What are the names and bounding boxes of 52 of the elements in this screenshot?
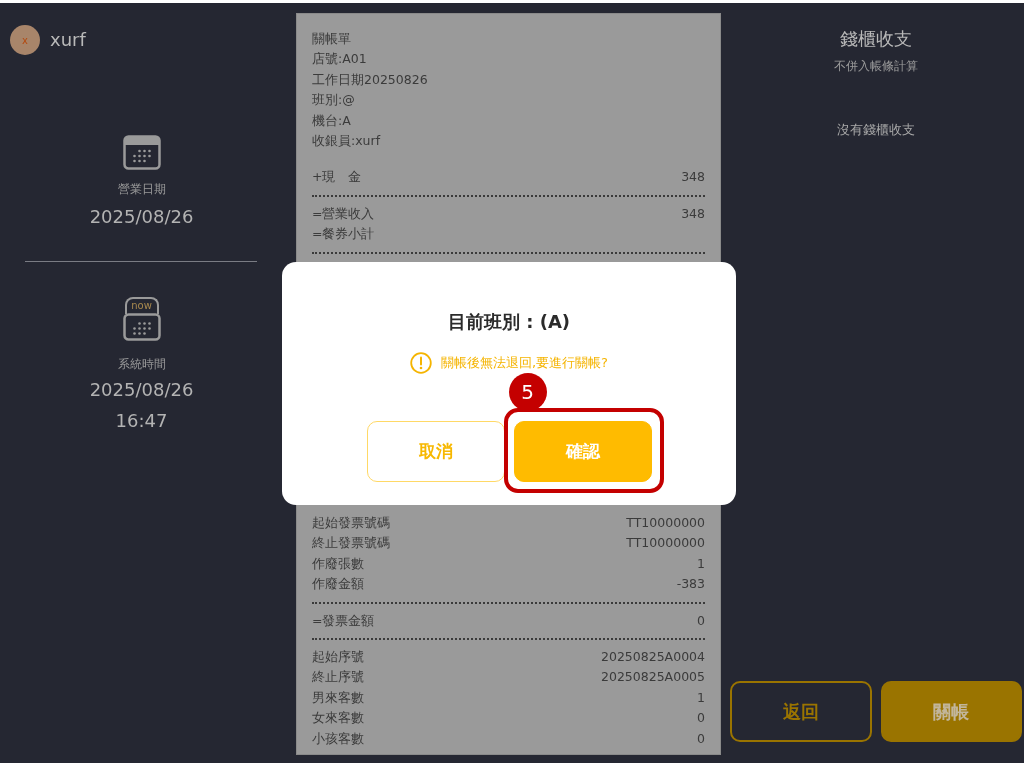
receipt-value: 0 (697, 709, 705, 728)
close-shift-button[interactable]: 關帳 (880, 681, 1022, 742)
receipt-label: 起始發票號碼 (312, 514, 390, 533)
receipt-value: 1 (697, 554, 705, 573)
receipt-label: 作廢金額 (312, 575, 364, 594)
panel-subtitle: 不併入帳條計算 (834, 58, 918, 74)
receipt-label: =餐券小計 (312, 225, 375, 244)
empty-message: 沒有錢櫃收支 (837, 121, 915, 139)
receipt-label: 關帳單 (312, 30, 351, 48)
cancel-button[interactable]: 取消 (366, 421, 505, 482)
receipt-value: -383 (676, 575, 705, 594)
receipt-value: 20250825A0004 (601, 648, 705, 667)
confirm-button[interactable]: 確認 (513, 421, 652, 482)
calendar-icon (122, 313, 161, 341)
receipt-label: 終止發票號碼 (312, 534, 390, 553)
receipt-value: 348 (681, 168, 705, 187)
receipt-label: 店號:A01 (312, 50, 367, 69)
business-date: 2025/08/26 (89, 205, 194, 229)
receipt-value: TT10000000 (626, 514, 705, 533)
receipt-label: 終止序號 (312, 668, 364, 687)
receipt-label: 作廢張數 (312, 554, 364, 573)
step-badge: 5 (508, 373, 547, 411)
receipt-label: 男來客數 (312, 688, 364, 707)
receipt-label: 小孩客數 (312, 729, 364, 748)
avatar[interactable]: x (10, 25, 40, 55)
back-button[interactable]: 返回 (730, 681, 872, 742)
receipt-label: +現 金 (312, 168, 362, 187)
system-time: 16:47 (115, 409, 168, 433)
receipt-value: 0 (697, 729, 705, 748)
receipt-label: 起始序號 (312, 648, 364, 667)
business-date-label: 營業日期 (117, 181, 166, 197)
receipt-label: =營業收入 (312, 204, 375, 223)
system-date: 2025/08/26 (89, 378, 194, 402)
receipt-value: 20250825A0005 (601, 668, 705, 687)
now-tag: now (124, 297, 159, 314)
receipt-label: 機台:A (312, 111, 351, 130)
receipt-value: TT10000000 (626, 534, 705, 553)
receipt-label: 收銀員:xurf (312, 131, 381, 150)
receipt-value: 0 (697, 611, 705, 630)
receipt-value: 348 (681, 204, 705, 223)
receipt-label: 女來客數 (312, 709, 364, 728)
panel-title: 錢櫃收支 (840, 27, 912, 51)
receipt-label: 班別:@ (312, 91, 355, 110)
dialog-title: 目前班別 : (A) (447, 310, 571, 334)
warning-message: 關帳後無法退回,要進行關帳? (440, 354, 608, 372)
receipt-label: =發票金額 (312, 611, 375, 630)
system-time-label: 系統時間 (117, 356, 166, 372)
receipt-value: 1 (697, 688, 705, 707)
calendar-icon (122, 135, 161, 170)
user-name: xurf (50, 29, 86, 51)
warning-icon (409, 352, 432, 374)
receipt-label: 工作日期20250826 (312, 70, 428, 89)
